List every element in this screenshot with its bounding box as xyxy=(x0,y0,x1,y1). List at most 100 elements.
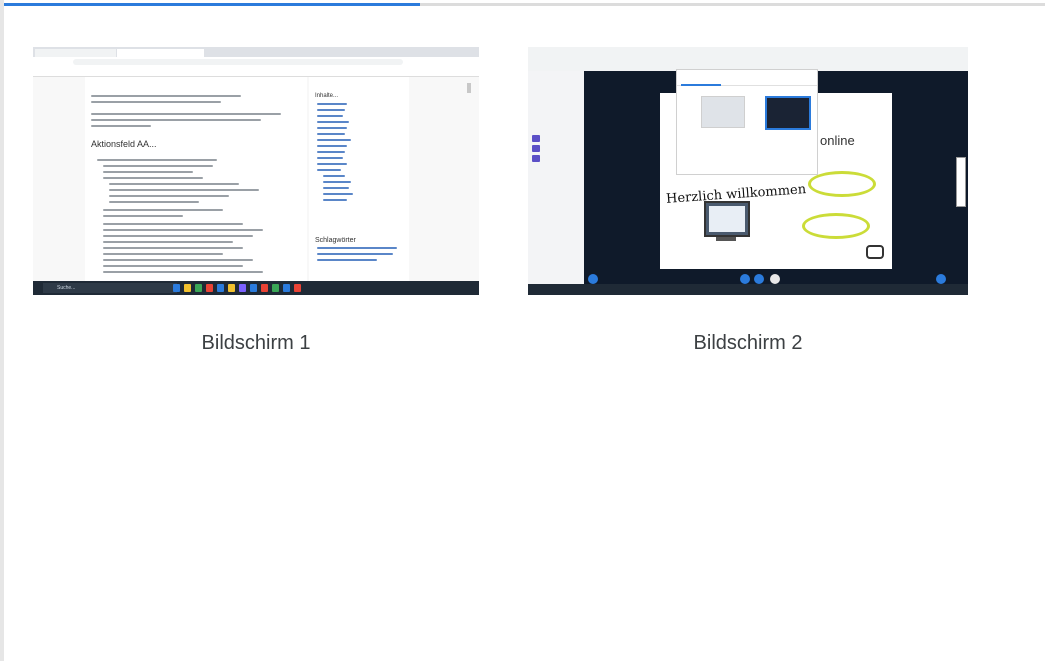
text-line xyxy=(103,171,193,173)
share-screen-dialog xyxy=(676,69,818,175)
text-line xyxy=(103,215,183,217)
text-line xyxy=(317,133,345,135)
text-line xyxy=(317,145,347,147)
text-line xyxy=(91,119,261,121)
page-heading: Aktionsfeld AA... xyxy=(91,139,157,149)
text-line xyxy=(317,151,345,153)
text-line xyxy=(317,247,397,249)
taskbar-search: Suche... xyxy=(43,283,177,293)
text-line xyxy=(109,195,229,197)
text-line xyxy=(317,139,351,141)
dialog-screen-preview-selected xyxy=(765,96,811,130)
slide-oval-1 xyxy=(808,171,876,197)
slide-online-text: online xyxy=(820,133,855,148)
text-line xyxy=(317,169,341,171)
participant-icon xyxy=(532,135,540,142)
url-field xyxy=(73,59,403,65)
text-line xyxy=(317,103,347,105)
text-line xyxy=(109,201,199,203)
text-line xyxy=(97,159,217,161)
screen-label-2: Bildschirm 2 xyxy=(693,332,803,354)
logo-icon xyxy=(866,245,884,259)
text-line xyxy=(91,95,241,97)
camera-icon xyxy=(754,274,764,284)
screen-2-thumbnail[interactable]: online Herzlich willkommen xyxy=(528,47,968,295)
text-line xyxy=(109,183,239,185)
text-line xyxy=(103,241,233,243)
participant-icon xyxy=(532,155,540,162)
text-line xyxy=(323,175,345,177)
browser-tab-active xyxy=(117,49,204,57)
screen-label-1: Bildschirm 1 xyxy=(201,332,311,354)
text-line xyxy=(317,157,343,159)
taskbar-app-icon xyxy=(283,284,290,292)
screen-option-1[interactable]: Aktionsfeld AA... Inhalte... Schlagwörte… xyxy=(33,47,479,367)
text-line xyxy=(103,229,263,231)
text-line xyxy=(103,223,243,225)
text-line xyxy=(317,163,347,165)
text-line xyxy=(109,189,259,191)
sidebar-title: Inhalte... xyxy=(315,93,339,99)
screen-option-2[interactable]: online Herzlich willkommen Bildschirm 2 xyxy=(528,47,968,367)
text-line xyxy=(317,115,343,117)
windows-taskbar xyxy=(528,284,968,295)
taskbar-app-icon xyxy=(239,284,246,292)
browser-address-bar xyxy=(33,57,479,67)
page-sidebar xyxy=(309,77,409,281)
taskbar-app-icon xyxy=(261,284,268,292)
screen-1-thumbnail[interactable]: Aktionsfeld AA... Inhalte... Schlagwörte… xyxy=(33,47,479,295)
text-line xyxy=(317,127,347,129)
taskbar-app-icon xyxy=(184,284,191,292)
windows-taskbar: Suche... xyxy=(33,281,479,295)
control-circle-icon xyxy=(588,274,598,284)
browser-tab-bar xyxy=(33,47,479,57)
loading-progress-fill xyxy=(4,3,421,6)
text-line xyxy=(323,199,347,201)
conference-sidebar xyxy=(528,71,584,284)
text-line xyxy=(103,209,223,211)
monitor-stand xyxy=(716,237,736,241)
browser-tab xyxy=(35,49,116,57)
share-icon xyxy=(770,274,780,284)
web-page xyxy=(33,77,479,281)
text-line xyxy=(103,235,253,237)
taskbar-app-icon xyxy=(173,284,180,292)
taskbar-app-icon xyxy=(217,284,224,292)
sidebar-title-tags: Schlagwörter xyxy=(315,237,356,244)
text-line xyxy=(323,181,351,183)
dialog-tab-active xyxy=(681,84,721,86)
page-content xyxy=(85,77,307,281)
text-line xyxy=(103,165,213,167)
text-line xyxy=(323,193,353,195)
bookmarks-bar xyxy=(33,67,479,77)
taskbar-app-icon xyxy=(206,284,213,292)
text-line xyxy=(317,121,349,123)
taskbar-app-icon xyxy=(228,284,235,292)
text-line xyxy=(91,113,281,115)
taskbar-app-icon xyxy=(195,284,202,292)
taskbar-app-icon xyxy=(250,284,257,292)
text-line xyxy=(91,125,151,127)
text-line xyxy=(317,109,345,111)
chat-icon xyxy=(936,274,946,284)
vertical-toolbar xyxy=(956,157,966,207)
text-line xyxy=(323,187,349,189)
monitor-illustration xyxy=(704,201,750,237)
text-line xyxy=(103,265,243,267)
taskbar-app-icon xyxy=(272,284,279,292)
left-border xyxy=(0,0,4,661)
text-line xyxy=(103,271,263,273)
scrollbar-thumb xyxy=(467,83,471,93)
taskbar-app-icon xyxy=(294,284,301,292)
text-line xyxy=(103,177,203,179)
dialog-screen-preview xyxy=(701,96,745,128)
participant-icon xyxy=(532,145,540,152)
text-line xyxy=(91,101,221,103)
text-line xyxy=(103,253,223,255)
text-line xyxy=(103,259,253,261)
mic-icon xyxy=(740,274,750,284)
text-line xyxy=(317,253,393,255)
slide-oval-2 xyxy=(802,213,870,239)
loading-progress-track xyxy=(4,3,1045,6)
text-line xyxy=(103,247,243,249)
